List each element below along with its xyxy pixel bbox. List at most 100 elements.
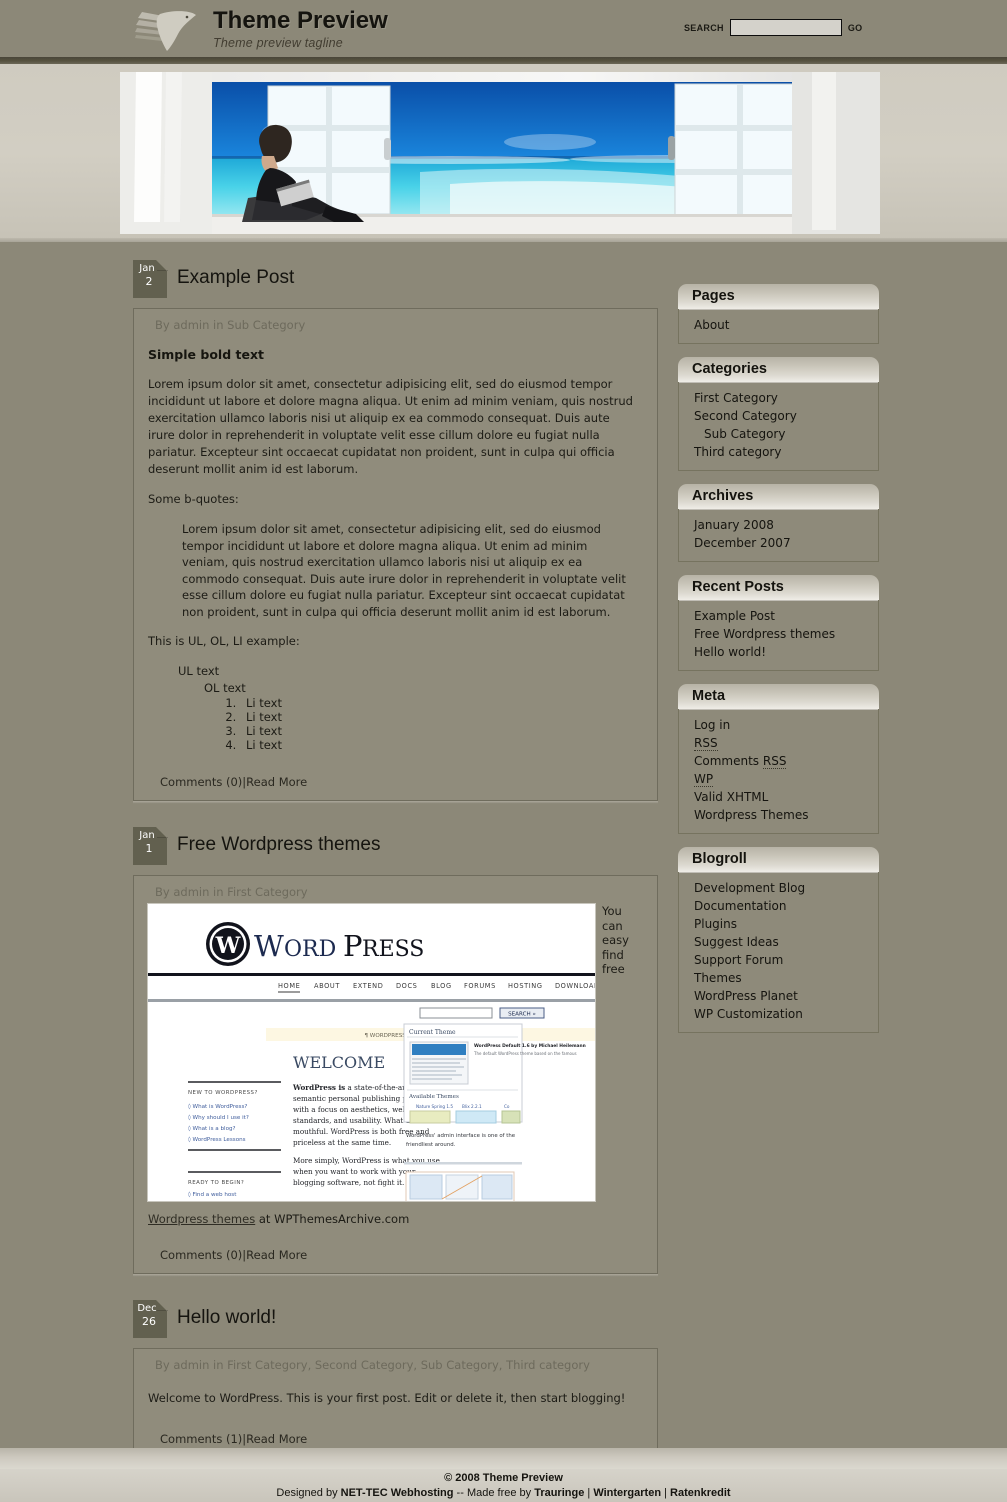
sidebar-link[interactable]: WP [694, 772, 714, 787]
list-item[interactable]: WP [679, 770, 878, 788]
designer-link[interactable]: NET-TEC Webhosting [341, 1487, 454, 1499]
post-title[interactable]: Hello world! [177, 1306, 276, 1330]
list-item[interactable]: First Category [679, 389, 878, 407]
list-item[interactable]: Valid XHTML [679, 788, 878, 806]
sidebar-link[interactable]: Sub Category [704, 427, 785, 441]
svg-text:blogging software, not fight i: blogging software, not fight it. [293, 1178, 404, 1187]
sidebar-link[interactable]: Development Blog [694, 881, 805, 895]
list-item[interactable]: Documentation [679, 897, 878, 915]
list-item[interactable]: Wordpress Themes [679, 806, 878, 824]
post-subheading: Simple bold text [148, 347, 264, 362]
wordpress-screenshot-image[interactable]: W W ORD P RESS HOME ABOUT EXTEND DOCS BL… [147, 903, 596, 1202]
sponsor-link-3[interactable]: Ratenkredit [670, 1487, 731, 1499]
svg-text:priceless at the same time.: priceless at the same time. [293, 1138, 391, 1147]
sidebar-link[interactable]: First Category [694, 391, 778, 405]
list-item[interactable]: Hello world! [679, 643, 878, 661]
list-item[interactable]: Log in [679, 716, 878, 734]
post-paragraph: Lorem ipsum dolor sit amet, consectetur … [148, 377, 633, 476]
search-input[interactable] [729, 19, 842, 36]
post-header: Jan 1 Free Wordpress themes [133, 827, 658, 875]
widget-pages: Pages About [678, 284, 879, 344]
list-item[interactable]: Comments RSS [679, 752, 878, 770]
sponsor-link-2[interactable]: Wintergarten [593, 1487, 661, 1499]
ordered-list: Li text Li text Li text Li text [218, 696, 639, 753]
list-item[interactable]: WordPress Planet [679, 987, 878, 1005]
sidebar-link[interactable]: RSS [694, 736, 718, 751]
list-item[interactable]: Plugins [679, 915, 878, 933]
sidebar-link[interactable]: Plugins [694, 917, 737, 931]
widget-body: About [678, 309, 879, 344]
list-item[interactable]: Example Post [679, 607, 878, 625]
nested-unordered-list: OL text Li text Li text Li text Li text [204, 680, 639, 753]
post-title[interactable]: Free Wordpress themes [177, 833, 380, 857]
sidebar-link[interactable]: Comments RSS [694, 754, 787, 769]
svg-text:W: W [254, 929, 284, 963]
list-item[interactable]: January 2008 [679, 516, 878, 534]
site-tagline: Theme preview tagline [213, 36, 343, 50]
search-go-button[interactable]: GO [848, 23, 863, 33]
sidebar-link[interactable]: About [694, 318, 729, 332]
svg-text:HOME: HOME [278, 982, 300, 990]
comments-link[interactable]: Comments (0) [160, 775, 242, 789]
post-date-month: Jan [139, 263, 155, 274]
list-item[interactable]: Free Wordpress themes [679, 625, 878, 643]
sidebar-link[interactable]: Log in [694, 718, 730, 732]
list-item[interactable]: Second Category [679, 407, 878, 425]
post-box: By admin in First Category, Second Categ… [133, 1348, 658, 1461]
sidebar-link[interactable]: Documentation [694, 899, 787, 913]
sidebar-link[interactable]: January 2008 [694, 518, 774, 532]
list-item[interactable]: WP Customization [679, 1005, 878, 1023]
widget-title: Blogroll [678, 847, 879, 872]
list-item[interactable]: December 2007 [679, 534, 878, 552]
post-meta: By admin in Sub Category [155, 318, 306, 332]
sidebar-link[interactable]: Wordpress Themes [694, 808, 808, 822]
sidebar-link[interactable]: Support Forum [694, 953, 783, 967]
post-footer: Comments (0)|Read More [134, 1226, 657, 1273]
site-identity: Theme Preview Theme preview tagline [213, 8, 388, 51]
list-item[interactable]: Support Forum [679, 951, 878, 969]
footer-credits: Designed by NET-TEC Webhosting -- Made f… [0, 1486, 1007, 1501]
list-item: OL text [204, 681, 246, 695]
list-item[interactable]: RSS [679, 734, 878, 752]
sidebar-link[interactable]: Themes [694, 971, 742, 985]
comments-link[interactable]: Comments (1) [160, 1432, 242, 1446]
sidebar-link[interactable]: WP Customization [694, 1007, 803, 1021]
sidebar-link[interactable]: Example Post [694, 609, 775, 623]
sidebar-link[interactable]: December 2007 [694, 536, 791, 550]
sidebar-link[interactable]: Free Wordpress themes [694, 627, 835, 641]
sidebar-link[interactable]: Suggest Ideas [694, 935, 779, 949]
list-item[interactable]: Themes [679, 969, 878, 987]
list-item: Li text Li text Li text Li text [204, 696, 639, 753]
list-item[interactable]: Third category [679, 443, 878, 461]
svg-text:Nature Spring 1.5: Nature Spring 1.5 [416, 1104, 453, 1109]
list-item[interactable]: Suggest Ideas [679, 933, 878, 951]
post-footer: Comments (0)|Read More [134, 753, 657, 800]
list-item: Li text [240, 710, 639, 725]
post-image-caption: You can easy find free [602, 904, 629, 976]
sidebar-link[interactable]: Valid XHTML [694, 790, 768, 804]
list-item[interactable]: About [679, 316, 878, 334]
post-date-badge: Dec 26 [133, 1300, 168, 1338]
sidebar-link[interactable]: Second Category [694, 409, 797, 423]
post-date-badge: Jan 1 [133, 827, 168, 865]
sponsor-link-1[interactable]: Trauringe [534, 1487, 584, 1499]
read-more-link[interactable]: Read More [246, 1432, 307, 1446]
widget-archives: Archives January 2008 December 2007 [678, 484, 879, 562]
svg-text:standards, and usability. What: standards, and usability. What a [293, 1116, 411, 1125]
list-item[interactable]: Development Blog [679, 879, 878, 897]
sidebar-link[interactable]: Hello world! [694, 645, 766, 659]
read-more-link[interactable]: Read More [246, 775, 307, 789]
list-item: Li text [240, 724, 639, 739]
comments-link[interactable]: Comments (0) [160, 1248, 242, 1262]
sidebar-link[interactable]: WordPress Planet [694, 989, 798, 1003]
sidebar-link[interactable]: Third category [694, 445, 781, 459]
widget-body: First Category Second Category Sub Categ… [678, 382, 879, 471]
list-item[interactable]: Sub Category [679, 425, 878, 443]
widget-body: Log in RSS Comments RSS WP Valid XHTML W… [678, 709, 879, 834]
unordered-list: UL text OL text Li text Li text Li text [178, 663, 639, 753]
post-title[interactable]: Example Post [177, 266, 294, 290]
read-more-link[interactable]: Read More [246, 1248, 307, 1262]
wordpress-themes-link[interactable]: Wordpress themes [148, 1212, 255, 1226]
post-date-day: 26 [142, 1315, 156, 1328]
svg-text:BLOG: BLOG [431, 982, 452, 990]
